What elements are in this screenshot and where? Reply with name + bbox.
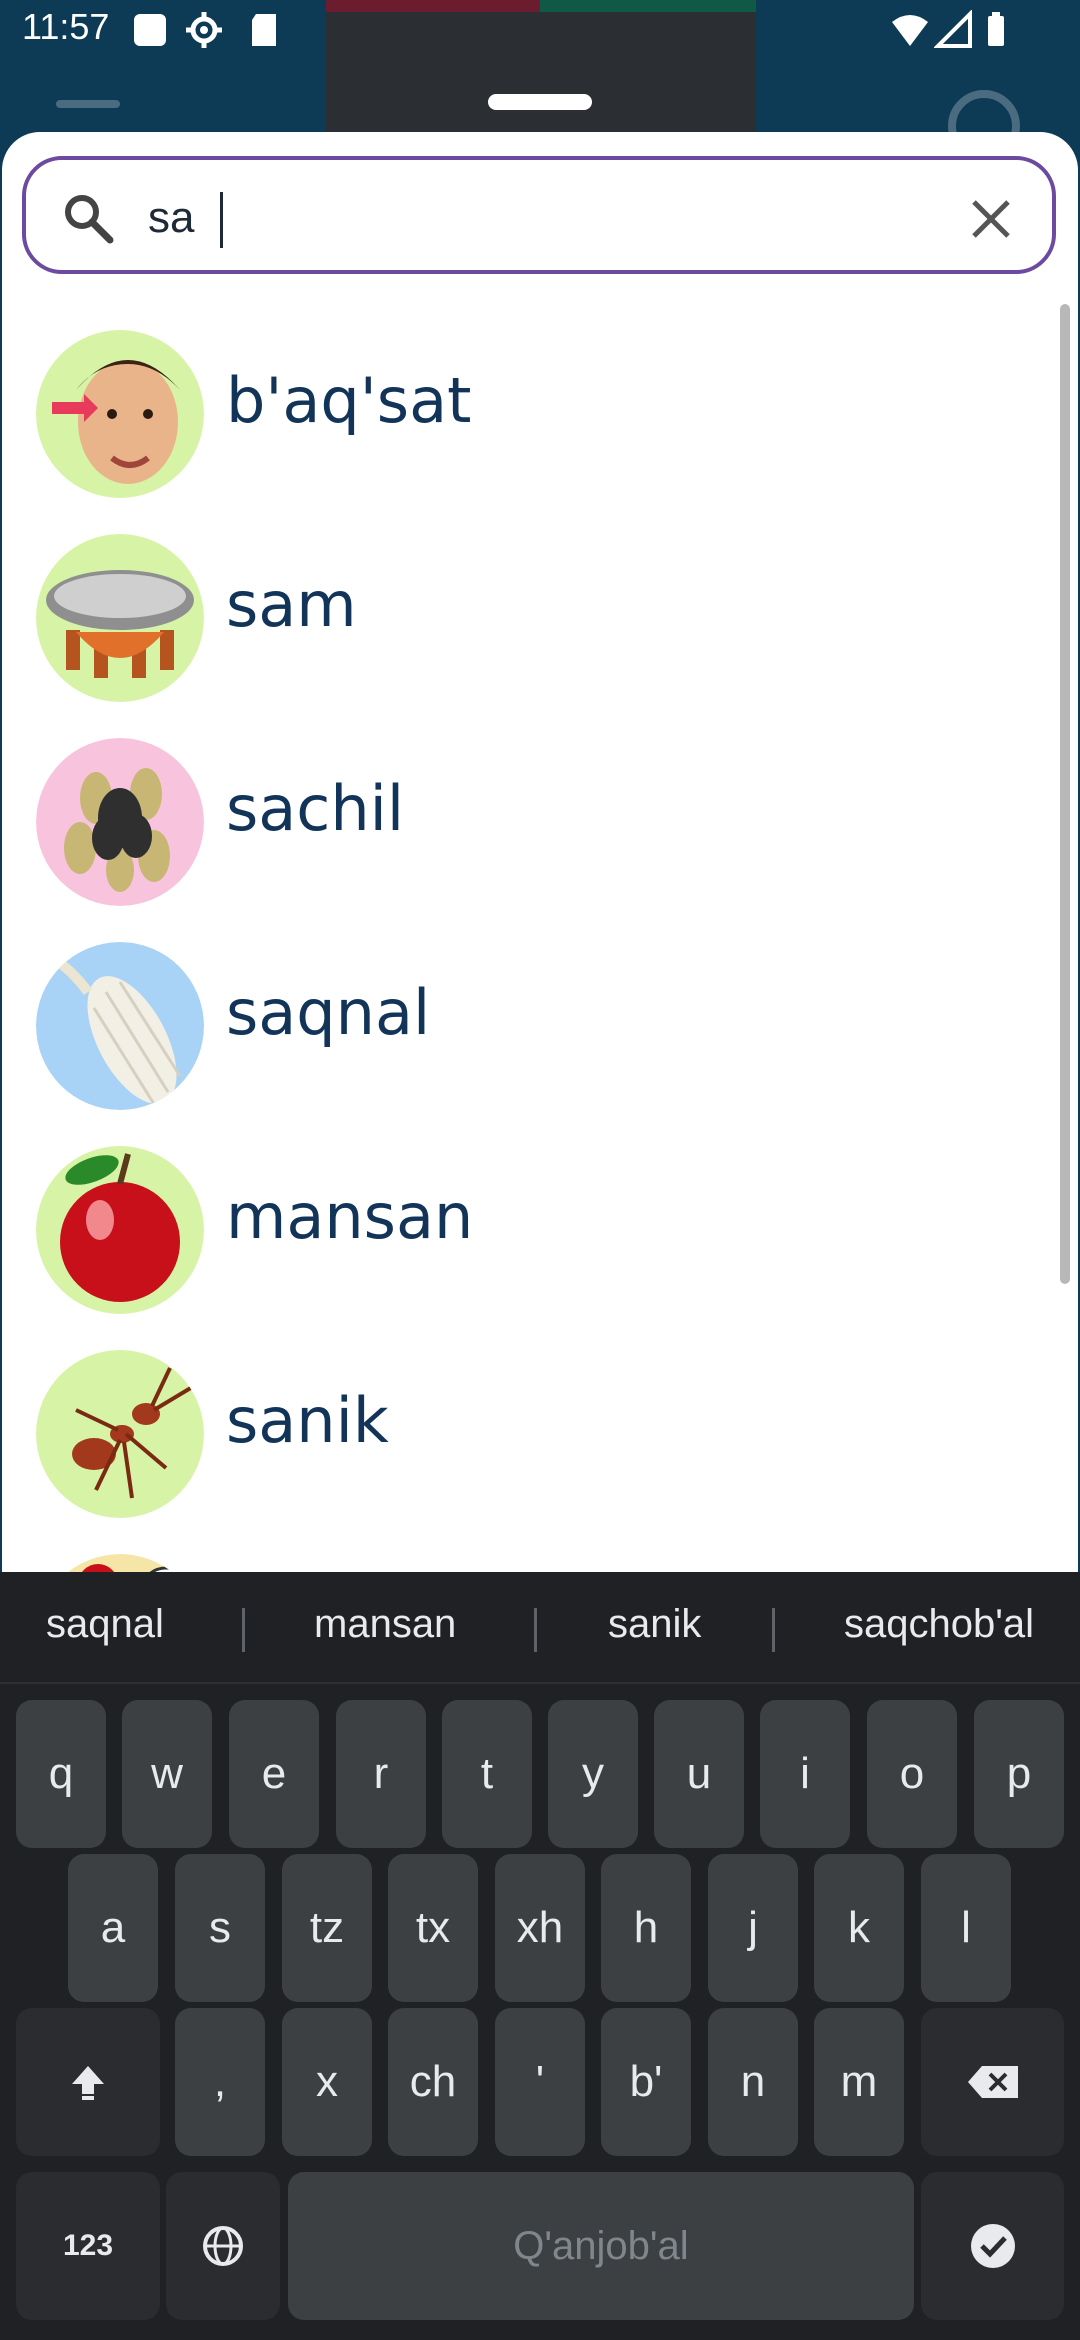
key[interactable]: h (601, 1854, 691, 2002)
key[interactable]: k (814, 1854, 904, 2002)
key[interactable]: r (336, 1700, 426, 1848)
suggestion-divider (242, 1608, 245, 1652)
battery-icon (988, 12, 1004, 46)
suggestion-item[interactable]: saqchob'al (844, 1602, 1034, 1647)
key[interactable]: m (814, 2008, 904, 2156)
key[interactable]: t (442, 1700, 532, 1848)
key[interactable]: tx (388, 1854, 478, 2002)
wifi-icon (892, 15, 928, 46)
background-app-tab (326, 12, 756, 142)
list-item[interactable]: mansan (2, 1114, 1042, 1314)
key[interactable]: e (229, 1700, 319, 1848)
ant-icon (36, 1350, 204, 1518)
doll-icon (68, 1554, 183, 1572)
key[interactable]: n (708, 2008, 798, 2156)
background-tab-strip-green (540, 0, 756, 12)
list-item[interactable]: b'aq'sat (2, 298, 1042, 498)
key[interactable]: j (708, 1854, 798, 2002)
result-word: saqnal (226, 976, 431, 1049)
suggestion-item[interactable]: saqnal (46, 1602, 164, 1647)
list-item[interactable] (2, 1522, 1042, 1572)
language-key[interactable] (166, 2172, 280, 2320)
search-input[interactable] (148, 186, 928, 250)
key[interactable]: i (760, 1700, 850, 1848)
settings-icon (186, 12, 222, 48)
suggestion-strip: saqnal mansan sanik saqchob'al (0, 1572, 1080, 1684)
sd-card-icon (252, 14, 276, 46)
key[interactable]: u (654, 1700, 744, 1848)
soft-keyboard: saqnal mansan sanik saqchob'al q w e r t… (0, 1572, 1080, 2340)
status-time: 11:57 (22, 6, 110, 47)
numbers-key[interactable]: 123 (16, 2172, 160, 2320)
suggestion-item[interactable]: sanik (608, 1602, 701, 1647)
key[interactable]: tz (282, 1854, 372, 2002)
clear-icon[interactable] (968, 196, 1014, 242)
globe-icon (203, 2226, 243, 2266)
check-circle-icon (970, 2224, 1015, 2268)
face-ear-icon (36, 330, 204, 498)
key[interactable]: q (16, 1700, 106, 1848)
shift-icon (72, 2066, 104, 2100)
background-tab-strip-red (326, 0, 540, 12)
key[interactable]: xh (495, 1854, 585, 2002)
key[interactable]: , (175, 2008, 265, 2156)
search-icon (65, 195, 114, 244)
key[interactable]: w (122, 1700, 212, 1848)
result-word: sachil (226, 772, 405, 845)
key[interactable]: s (175, 1854, 265, 2002)
list-item[interactable]: saqnal (2, 910, 1042, 1110)
key[interactable]: ' (495, 2008, 585, 2156)
key[interactable]: o (867, 1700, 957, 1848)
key[interactable]: ch (388, 2008, 478, 2156)
seeds-icon (36, 738, 204, 906)
search-box[interactable] (22, 156, 1056, 274)
comal-icon (36, 534, 204, 702)
shift-key[interactable] (16, 2008, 160, 2156)
key[interactable]: b' (601, 2008, 691, 2156)
space-key[interactable]: Q'anjob'al (288, 2172, 914, 2320)
scrollbar[interactable] (1060, 304, 1070, 1284)
square-notification-icon (134, 14, 166, 46)
list-item[interactable]: sachil (2, 706, 1042, 906)
result-word: b'aq'sat (226, 364, 472, 437)
backspace-icon (967, 2066, 1018, 2098)
result-word: mansan (226, 1180, 474, 1253)
backspace-key[interactable] (921, 2008, 1064, 2156)
done-key[interactable] (921, 2172, 1064, 2320)
list-item[interactable]: sanik (2, 1318, 1042, 1518)
signal-icon (934, 10, 972, 48)
result-word: sanik (226, 1384, 389, 1457)
list-item[interactable]: sam (2, 502, 1042, 702)
apple-icon (36, 1146, 204, 1314)
key[interactable]: l (921, 1854, 1011, 2002)
corn-icon (36, 942, 204, 1110)
key[interactable]: y (548, 1700, 638, 1848)
suggestion-divider (772, 1608, 775, 1652)
suggestion-item[interactable]: mansan (314, 1602, 456, 1647)
background-menu-icon (56, 100, 120, 108)
search-sheet: b'aq'sat sam sachil (2, 132, 1078, 1572)
key[interactable]: a (68, 1854, 158, 2002)
drag-handle[interactable] (488, 94, 592, 110)
suggestion-divider (534, 1608, 537, 1652)
key[interactable]: x (282, 2008, 372, 2156)
key[interactable]: p (974, 1700, 1064, 1848)
result-word: sam (226, 568, 357, 641)
text-caret (220, 192, 223, 248)
